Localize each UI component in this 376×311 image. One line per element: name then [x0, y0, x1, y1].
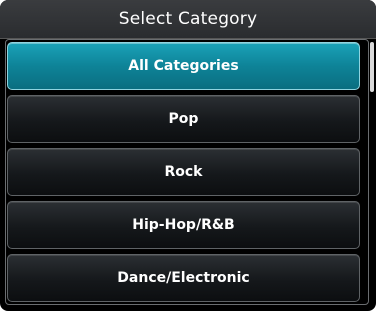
title-bar: Select Category [0, 0, 376, 39]
category-label: Pop [168, 111, 199, 127]
category-all-categories-button[interactable]: All Categories [7, 42, 360, 90]
category-selection-window: Select Category All Categories Pop Rock … [0, 0, 376, 311]
category-dance-electronic-button[interactable]: Dance/Electronic [7, 254, 360, 302]
page-title: Select Category [118, 9, 258, 29]
category-label: Hip-Hop/R&B [132, 217, 235, 233]
category-label: All Categories [128, 58, 239, 74]
category-rock-button[interactable]: Rock [7, 148, 360, 196]
category-label: Rock [164, 164, 203, 180]
category-label: Dance/Electronic [117, 270, 250, 286]
list-scrollbar[interactable] [370, 42, 374, 92]
category-hip-hop-rnb-button[interactable]: Hip-Hop/R&B [7, 201, 360, 249]
category-pop-button[interactable]: Pop [7, 95, 360, 143]
